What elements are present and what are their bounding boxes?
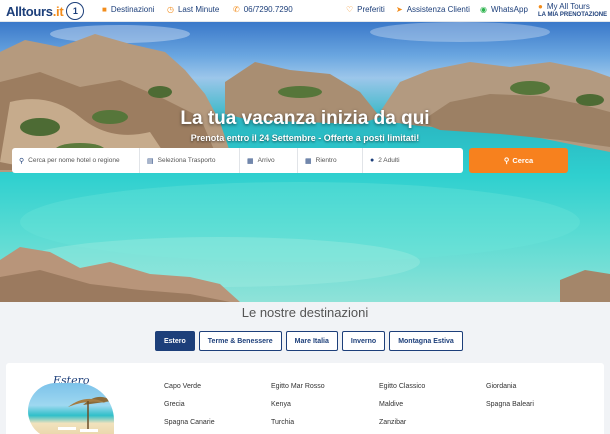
nav-phone-label: 06/7290.7290 <box>243 5 293 14</box>
logo-badge: 1 <box>66 2 85 20</box>
send-icon: ➤ <box>396 5 403 14</box>
nav-phone[interactable]: ✆ 06/7290.7290 <box>233 5 293 14</box>
nav-my-alltours-label: My All Tours <box>546 2 590 11</box>
arrival-date-input[interactable]: ▦ Arrivo <box>240 148 298 173</box>
nav-destinazioni-label: Destinazioni <box>110 5 155 14</box>
tab-estero[interactable]: Estero <box>155 331 195 351</box>
suitcase-icon: ■ <box>102 5 107 14</box>
destination-link[interactable]: Spagna Canarie <box>164 418 215 434</box>
return-label: Rientro <box>315 157 337 164</box>
search-icon: ⚲ <box>503 156 510 165</box>
destination-link[interactable]: Zanzibar <box>379 418 425 434</box>
nav-whatsapp[interactable]: ◉ WhatsApp <box>480 5 528 14</box>
destinations-column-2: Egitto Mar Rosso Kenya Turchia <box>271 382 325 434</box>
destination-link[interactable]: Giordania <box>486 382 534 400</box>
user-icon: ● <box>370 157 375 164</box>
destination-link[interactable]: Grecia <box>164 400 215 418</box>
destinations-column-4: Giordania Spagna Baleari <box>486 382 534 418</box>
clock-icon: ◷ <box>167 5 174 14</box>
bus-icon: ▤ <box>147 157 154 165</box>
user-icon: ● <box>538 2 543 11</box>
calendar-icon: ▦ <box>305 157 312 165</box>
calendar-icon: ▦ <box>247 157 254 165</box>
destination-link[interactable]: Spagna Baleari <box>486 400 534 418</box>
nav-account-sublabel: LA MIA PRENOTAZIONE <box>538 12 608 18</box>
destination-link[interactable]: Kenya <box>271 400 325 418</box>
logo-text: Alltours.it <box>6 3 64 19</box>
nav-whatsapp-label: WhatsApp <box>490 5 528 14</box>
transport-select[interactable]: ▤ Seleziona Trasporto <box>140 148 240 173</box>
arrival-label: Arrivo <box>257 157 275 164</box>
tab-terme-benessere[interactable]: Terme & Benessere <box>198 331 282 351</box>
destination-link[interactable]: Egitto Classico <box>379 382 425 400</box>
site-logo[interactable]: Alltours.it 1 <box>6 2 85 20</box>
search-button-label: Cerca <box>512 156 534 165</box>
tab-montagna-estiva[interactable]: Montagna Estiva <box>389 331 463 351</box>
search-button[interactable]: ⚲ Cerca <box>469 148 568 173</box>
destination-link[interactable]: Capo Verde <box>164 382 215 400</box>
destinations-column-1: Capo Verde Grecia Spagna Canarie <box>164 382 215 434</box>
destination-link[interactable]: Turchia <box>271 418 325 434</box>
destinations-title: Le nostre destinazioni <box>241 305 369 320</box>
beach-umbrella-illustration <box>58 396 112 432</box>
destination-link[interactable]: Maldive <box>379 400 425 418</box>
nav-preferiti-label: Preferiti <box>357 5 385 14</box>
nav-last-minute[interactable]: ◷ Last Minute <box>167 5 219 14</box>
destinations-card: Estero Capo Verde Grecia Spagna Canarie … <box>6 363 604 434</box>
beach-photo <box>28 383 114 434</box>
tab-inverno[interactable]: Inverno <box>341 331 386 351</box>
guests-selector[interactable]: ● 2 Adulti <box>363 148 463 173</box>
destination-link[interactable]: Egitto Mar Rosso <box>271 382 325 400</box>
destination-placeholder: Cerca per nome hotel o regione <box>28 157 120 164</box>
phone-icon: ✆ <box>233 5 240 14</box>
destination-tabs: Estero Terme & Benessere Mare Italia Inv… <box>155 331 463 351</box>
guests-value: 2 Adulti <box>378 157 400 164</box>
nav-my-alltours[interactable]: ● My All Tours <box>538 2 590 11</box>
nav-destinazioni[interactable]: ■ Destinazioni <box>102 5 154 14</box>
nav-preferiti[interactable]: ♡ Preferiti <box>346 5 385 14</box>
whatsapp-icon: ◉ <box>480 5 487 14</box>
heart-icon: ♡ <box>346 5 354 14</box>
tab-mare-italia[interactable]: Mare Italia <box>285 331 338 351</box>
top-navigation-bar: Alltours.it 1 ■ Destinazioni ◷ Last Minu… <box>0 0 610 22</box>
return-date-input[interactable]: ▦ Rientro <box>298 148 363 173</box>
transport-placeholder: Seleziona Trasporto <box>157 157 216 164</box>
hero-title: La tua vacanza inizia da qui <box>180 108 430 129</box>
nav-assistenza[interactable]: ➤ Assistenza Clienti <box>396 5 470 14</box>
nav-last-minute-label: Last Minute <box>177 5 220 14</box>
search-bar: ⚲ Cerca per nome hotel o regione ▤ Selez… <box>12 148 463 173</box>
nav-assistenza-label: Assistenza Clienti <box>406 5 470 14</box>
destination-input[interactable]: ⚲ Cerca per nome hotel o regione <box>12 148 140 173</box>
location-pin-icon: ⚲ <box>19 157 25 165</box>
destinations-column-3: Egitto Classico Maldive Zanzibar <box>379 382 425 434</box>
hero-subtitle: Prenota entro il 24 Settembre - Offerte … <box>190 133 420 143</box>
